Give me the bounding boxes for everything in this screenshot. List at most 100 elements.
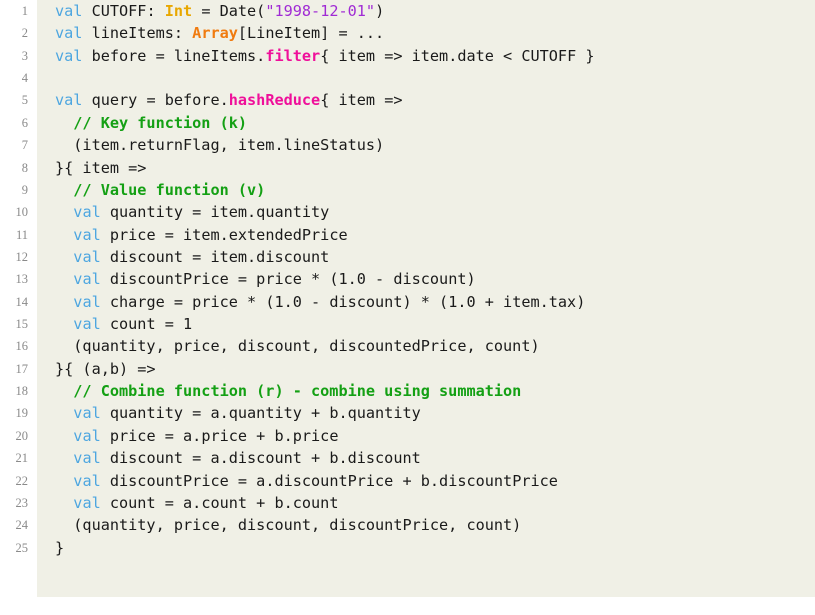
code-token-meth: filter xyxy=(265,46,321,65)
line-number: 17 xyxy=(15,361,29,376)
code-token-plain: [LineItem] = ... xyxy=(237,24,385,43)
line-number: 24 xyxy=(15,518,29,533)
code-token-plain: (quantity, price, discount, discountPric… xyxy=(55,516,522,535)
code-token-plain: charge = price * (1.0 - discount) * (1.0… xyxy=(100,292,586,311)
code-token-plain: discountPrice = a.discountPrice + b.disc… xyxy=(100,471,558,490)
code-token-type-a: Int xyxy=(164,2,193,20)
code-line-source[interactable]: // Key function (k) xyxy=(55,112,247,134)
code-line[interactable]: 7 (item.returnFlag, item.lineStatus) xyxy=(0,134,815,156)
code-token-kw: val xyxy=(73,426,101,445)
code-line-source[interactable]: (quantity, price, discount, discountPric… xyxy=(55,514,521,536)
line-number: 9 xyxy=(21,182,28,197)
code-line[interactable]: 14 val charge = price * (1.0 - discount)… xyxy=(0,291,815,313)
code-token-kw: val xyxy=(73,315,101,334)
code-line[interactable]: 4 xyxy=(0,67,815,89)
code-line-source[interactable]: val discountPrice = price * (1.0 - disco… xyxy=(55,268,476,290)
code-token-plain: before = lineItems. xyxy=(82,46,266,65)
code-token-plain: quantity = item.quantity xyxy=(100,203,330,222)
code-line[interactable]: 12 val discount = item.discount xyxy=(0,246,815,268)
code-line-source[interactable]: // Value function (v) xyxy=(55,179,265,201)
code-line-source[interactable]: (quantity, price, discount, discountedPr… xyxy=(55,335,539,357)
code-line-source[interactable]: val price = a.price + b.price xyxy=(55,425,338,447)
code-line[interactable]: 5 val query = before.hashReduce{ item => xyxy=(0,89,815,111)
code-token-kw: val xyxy=(73,203,101,222)
code-line[interactable]: 15 val count = 1 xyxy=(0,313,815,335)
code-line-source[interactable]: val query = before.hashReduce{ item => xyxy=(55,89,402,111)
code-token-plain: lineItems: xyxy=(82,24,193,43)
line-number: 14 xyxy=(15,294,29,309)
code-line[interactable]: 3 val before = lineItems.filter{ item => … xyxy=(0,45,815,67)
code-token-plain: { item => item.date < CUTOFF } xyxy=(320,46,595,65)
code-token-kw: val xyxy=(73,225,101,244)
code-line[interactable]: 18 // Combine function (r) - combine usi… xyxy=(0,380,815,402)
line-number: 15 xyxy=(15,317,29,332)
code-line-source[interactable]: val quantity = item.quantity xyxy=(55,201,329,223)
code-line-source[interactable]: // Combine function (r) - combine using … xyxy=(55,380,521,402)
code-token-plain: query = before. xyxy=(82,91,229,110)
code-line[interactable]: 9 // Value function (v) xyxy=(0,179,815,201)
code-token-str: "1998-12-01" xyxy=(265,2,376,20)
code-line[interactable]: 11 val price = item.extendedPrice xyxy=(0,224,815,246)
code-token-kw: val xyxy=(73,292,101,311)
code-line-source[interactable]: val before = lineItems.filter{ item => i… xyxy=(55,45,595,67)
code-line-source[interactable]: val count = a.count + b.count xyxy=(55,492,338,514)
code-line-source[interactable]: val price = item.extendedPrice xyxy=(55,224,347,246)
code-line[interactable]: 19 val quantity = a.quantity + b.quantit… xyxy=(0,402,815,424)
code-line[interactable]: 1 val CUTOFF: Int = Date("1998-12-01") xyxy=(0,0,815,22)
line-number: 21 xyxy=(15,451,29,466)
line-number: 3 xyxy=(21,48,28,63)
code-line-source[interactable]: (item.returnFlag, item.lineStatus) xyxy=(55,134,384,156)
code-line[interactable]: 10 val quantity = item.quantity xyxy=(0,201,815,223)
code-line-source[interactable]: }{ item => xyxy=(55,157,146,179)
line-number: 6 xyxy=(21,115,28,130)
line-number: 5 xyxy=(21,93,28,108)
code-line-source[interactable]: val discountPrice = a.discountPrice + b.… xyxy=(55,470,558,492)
code-token-plain: = Date( xyxy=(192,2,266,20)
code-token-plain: } xyxy=(55,538,65,557)
code-line[interactable]: 6 // Key function (k) xyxy=(0,112,815,134)
code-line-source[interactable]: val quantity = a.quantity + b.quantity xyxy=(55,402,421,424)
code-token-plain: }{ item => xyxy=(55,158,147,177)
code-line-source[interactable]: val discount = a.discount + b.discount xyxy=(55,447,421,469)
code-line-source[interactable]: } xyxy=(55,537,64,559)
line-number: 2 xyxy=(21,26,28,41)
code-token-plain: CUTOFF: xyxy=(82,2,165,20)
code-token-kw: val xyxy=(55,2,83,20)
code-lines-container[interactable]: 1 val CUTOFF: Int = Date("1998-12-01") 2 va… xyxy=(0,0,815,559)
code-line-source[interactable]: val discount = item.discount xyxy=(55,246,329,268)
code-line[interactable]: 23 val count = a.count + b.count xyxy=(0,492,815,514)
code-token-kw: val xyxy=(73,270,101,289)
code-line-source[interactable]: val CUTOFF: Int = Date("1998-12-01") xyxy=(55,0,384,22)
code-token-kw: val xyxy=(73,449,101,468)
code-listing: 1 val CUTOFF: Int = Date("1998-12-01") 2 va… xyxy=(0,0,815,615)
code-line-source[interactable]: val count = 1 xyxy=(55,313,192,335)
code-token-plain: discountPrice = price * (1.0 - discount) xyxy=(100,270,476,289)
line-number: 22 xyxy=(15,473,29,488)
code-line[interactable]: 21 val discount = a.discount + b.discoun… xyxy=(0,447,815,469)
code-line[interactable]: 13 val discountPrice = price * (1.0 - di… xyxy=(0,268,815,290)
code-line[interactable]: 2 val lineItems: Array[LineItem] = ... xyxy=(0,22,815,44)
code-line[interactable]: 22 val discountPrice = a.discountPrice +… xyxy=(0,470,815,492)
code-line[interactable]: 25} xyxy=(0,537,815,559)
code-line[interactable]: 24 (quantity, price, discount, discountP… xyxy=(0,514,815,536)
code-line[interactable]: 8}{ item => xyxy=(0,157,815,179)
code-token-kw: val xyxy=(73,493,101,512)
code-line[interactable]: 20 val price = a.price + b.price xyxy=(0,425,815,447)
line-number: 12 xyxy=(15,249,29,264)
code-line[interactable]: 17 }{ (a,b) => xyxy=(0,358,815,380)
code-token-kw: val xyxy=(55,46,83,65)
line-number: 18 xyxy=(15,384,29,399)
code-line[interactable]: 16 (quantity, price, discount, discounte… xyxy=(0,335,815,357)
code-line-source[interactable]: val charge = price * (1.0 - discount) * … xyxy=(55,291,585,313)
line-number: 16 xyxy=(15,339,29,354)
code-token-kw: val xyxy=(73,471,101,490)
code-line-source[interactable]: }{ (a,b) => xyxy=(55,358,156,380)
line-number: 23 xyxy=(15,495,29,510)
code-line-source[interactable]: val lineItems: Array[LineItem] = ... xyxy=(55,22,384,44)
code-token-plain: quantity = a.quantity + b.quantity xyxy=(100,404,421,423)
code-token-plain: discount = a.discount + b.discount xyxy=(100,449,421,468)
